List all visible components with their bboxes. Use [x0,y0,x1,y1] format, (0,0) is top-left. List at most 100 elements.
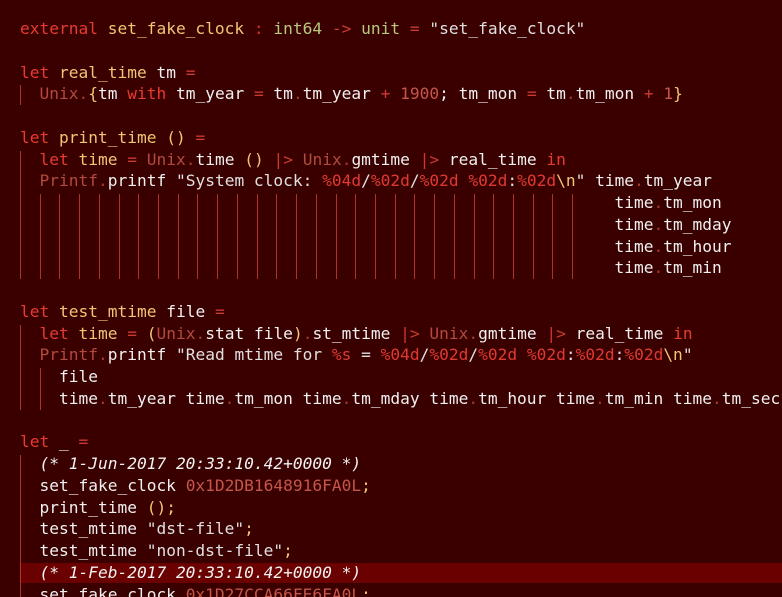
code-token: tm_mday time [351,388,469,408]
code-token: = [214,301,225,321]
code-token: " [682,345,693,365]
code-token: %02d [429,345,469,365]
code-line[interactable]: test_mtime "non-dst-file"; [20,540,292,562]
code-token: %02d [478,345,518,365]
code-line[interactable]: (* 1-Jun-2017 20:33:10.42+0000 *) [20,453,362,475]
code-token: set_fake_clock [20,475,186,495]
code-line[interactable]: time.tm_year time.tm_mon time.tm_mday ti… [20,388,780,410]
code-token: in [673,323,693,343]
code-token: tm_min [663,258,722,278]
code-token: ; [244,519,254,539]
code-token: tm_mon time [234,388,342,408]
code-line[interactable]: print_time (); [20,497,175,519]
code-token: %04d [322,171,362,191]
code-token: tm_hour time [478,388,596,408]
code-token: external [20,19,98,38]
code-token: Printf [39,171,98,191]
code-token: "set_fake_clock" [429,19,586,38]
code-token: = [127,323,137,343]
code-line[interactable]: time.tm_mon [20,192,722,214]
code-line[interactable]: Printf.printf "Read mtime for %s = %04d/… [20,344,693,366]
code-line[interactable]: let _ = [20,431,88,453]
code-line[interactable]: let print_time () = [20,127,205,149]
code-token: %02d [517,171,557,191]
code-token: time [78,323,118,343]
code-token: let [20,127,50,147]
code-line[interactable]: (* 1-Feb-2017 20:33:10.42+0000 *) [20,562,362,584]
code-line[interactable]: time.tm_mday [20,214,731,236]
code-line[interactable]: Printf.printf "System clock: %04d/%02d/%… [20,170,713,192]
code-token: . [468,388,479,408]
code-token: 0x1D27CCA66FE6FA0L [185,584,362,597]
code-token: real_time [439,149,547,169]
code-token: gmtime [478,323,547,343]
code-token: "Read mtime for [175,345,332,365]
code-token: time [20,388,98,408]
code-line[interactable]: time.tm_hour [20,236,731,258]
code-token: : [565,345,576,365]
code-token: time [585,171,635,191]
code-token: let [39,149,69,169]
code-token: %s [331,345,352,365]
code-token: |> [400,323,420,343]
code-token: "non-dst-file" [146,541,284,560]
code-editor[interactable]: external set_fake_clock : int64 -> unit … [0,0,782,597]
code-token: print_time [20,497,147,517]
code-token: time [78,149,118,169]
code-token: . [78,84,89,104]
code-line[interactable]: time.tm_min [20,257,722,279]
code-token: . [711,388,722,408]
code-line[interactable]: Unix.{tm with tm_year = tm.tm_year + 190… [20,83,683,105]
code-token: (* 1-Feb-2017 20:33:10.42+0000 *) [39,562,362,582]
code-token: / [468,345,479,365]
code-token: Unix [146,149,186,169]
code-line[interactable]: let time = (Unix.stat file).st_mtime |> … [20,323,693,345]
code-token: 1 [663,84,674,104]
code-token: let [39,323,69,343]
code-token: . [341,149,352,169]
code-token: ; [361,475,371,495]
code-token: %02d [419,171,459,191]
code-line[interactable]: let time = Unix.time () |> Unix.gmtime |… [20,149,566,171]
code-token: \n [556,171,576,191]
code-token: tm_mon [663,193,722,212]
code-token: tm_mday [663,214,732,234]
code-token: . [195,323,206,343]
code-token: = [400,19,430,38]
code-line[interactable]: file [20,366,98,388]
code-token: "System clock: [175,171,323,191]
code-token: _ [49,432,79,452]
code-token: unit [361,19,401,38]
code-token: . [653,258,664,278]
code-line[interactable]: set_fake_clock 0x1D27CCA66FE6FA0L; [20,584,370,597]
code-token: = [351,345,381,365]
code-token: %02d [575,345,615,365]
code-token: . [468,323,479,343]
code-token: in [546,149,566,169]
code-token: tm [97,84,128,104]
code-token: tm_hour [663,236,732,256]
code-token: Unix [156,323,196,343]
code-token: int64 [273,19,323,38]
code-token: time [195,149,245,169]
code-line[interactable]: let real_time tm = [20,62,195,84]
code-token: printf [107,171,176,191]
code-line[interactable]: let test_mtime file = [20,301,225,323]
code-token: = [526,84,537,104]
code-line[interactable]: test_mtime "dst-file"; [20,518,254,540]
code-line[interactable]: external set_fake_clock : int64 -> unit … [20,18,585,40]
code-token: tm_year time [107,388,225,408]
code-token: . [292,84,303,104]
code-token: test_mtime [59,301,157,321]
code-line[interactable]: set_fake_clock 0x1D2DB1648916FA0L; [20,475,371,497]
code-token: set_fake_clock [107,19,245,38]
